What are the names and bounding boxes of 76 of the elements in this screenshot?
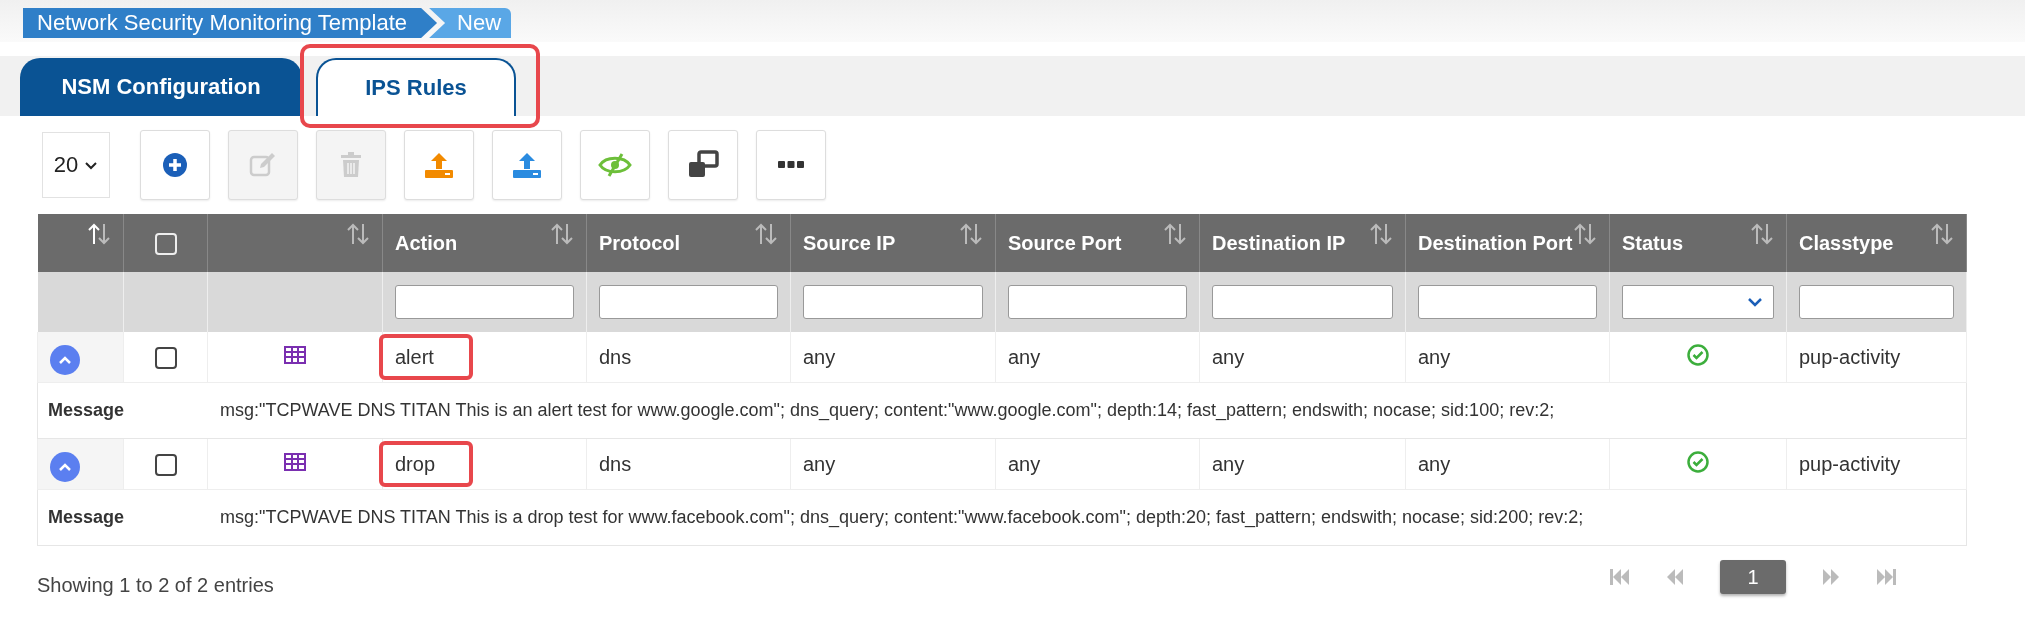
column-header: Source Port bbox=[1008, 231, 1122, 255]
column-header: Source IP bbox=[803, 231, 896, 255]
page-button[interactable]: 1 bbox=[1720, 560, 1786, 594]
table-cell: pup-activity bbox=[1799, 452, 1901, 475]
row-checkbox[interactable] bbox=[154, 453, 177, 476]
filter-field[interactable] bbox=[599, 285, 778, 319]
message-text: msg:"TCPWAVE DNS TITAN This is an alert test for www.google.com"; dns_query; content:"www.google.com"; depth:14; fast_pattern; endswith; nocase; sid:100; rev:2; bbox=[220, 400, 1555, 421]
column-header: Destination Port bbox=[1418, 231, 1573, 255]
upload-icon bbox=[512, 151, 542, 179]
previous-page-icon bbox=[1666, 569, 1684, 585]
breadcrumb-item[interactable]: Network Security Monitoring Template bbox=[23, 8, 438, 38]
message-text: msg:"TCPWAVE DNS TITAN This is a drop test for www.facebook.com"; dns_query; content:"www.facebook.com"; depth:20; fast_pattern; endswith; nocase; sid:200; rev:2; bbox=[220, 507, 1584, 528]
expand-toggle[interactable] bbox=[50, 345, 80, 375]
column-header: Protocol bbox=[599, 231, 681, 255]
sort-icon[interactable] bbox=[346, 222, 370, 246]
table-cell: drop bbox=[395, 452, 436, 475]
entries-info: Showing 1 to 2 of 2 entries bbox=[37, 574, 274, 597]
edit-icon bbox=[249, 152, 277, 178]
message-label: Message bbox=[48, 507, 126, 528]
chevron-down-icon bbox=[84, 160, 99, 170]
filter-dropdown[interactable] bbox=[1622, 285, 1774, 319]
grid-icon[interactable] bbox=[284, 345, 306, 364]
caret-icon bbox=[58, 462, 72, 472]
trash-icon bbox=[340, 152, 362, 178]
windows-icon bbox=[687, 150, 719, 180]
tab[interactable]: IPS Rules bbox=[316, 58, 516, 116]
last-page-icon bbox=[1876, 569, 1896, 585]
toolbar-button[interactable] bbox=[756, 130, 826, 200]
column-header: Status bbox=[1622, 231, 1684, 255]
eye-slash-icon bbox=[598, 153, 632, 177]
table-cell: any bbox=[1418, 452, 1451, 475]
select-all-checkbox[interactable] bbox=[154, 232, 177, 255]
table-cell: any bbox=[1008, 452, 1041, 475]
filter-field[interactable] bbox=[1212, 285, 1393, 319]
filter-field[interactable] bbox=[1799, 285, 1954, 319]
page-size-select[interactable]: 20 bbox=[42, 132, 110, 198]
filter-field[interactable] bbox=[1418, 285, 1597, 319]
filter-field[interactable] bbox=[395, 285, 574, 319]
toolbar-button[interactable] bbox=[140, 130, 210, 200]
tab[interactable]: NSM Configuration bbox=[20, 58, 302, 116]
filter-field[interactable] bbox=[1008, 285, 1187, 319]
table-cell: any bbox=[1212, 452, 1245, 475]
sort-icon[interactable] bbox=[1750, 222, 1774, 246]
sort-icon[interactable] bbox=[754, 222, 778, 246]
table-cell: any bbox=[1418, 345, 1451, 368]
more-icon bbox=[778, 161, 804, 169]
first-page-icon bbox=[1610, 569, 1630, 585]
row-checkbox[interactable] bbox=[154, 346, 177, 369]
sort-icon[interactable] bbox=[959, 222, 983, 246]
grid-icon[interactable] bbox=[284, 452, 306, 471]
table-cell: alert bbox=[395, 345, 434, 368]
table-cell: dns bbox=[599, 452, 632, 475]
add-icon bbox=[162, 152, 188, 178]
sort-icon[interactable] bbox=[1163, 222, 1187, 246]
next-page-icon bbox=[1822, 569, 1840, 585]
chevron-down-icon bbox=[1747, 297, 1763, 307]
upload-icon bbox=[424, 151, 454, 179]
column-header: Destination IP bbox=[1212, 231, 1346, 255]
sort-icon[interactable] bbox=[550, 222, 574, 246]
toolbar-button[interactable] bbox=[668, 130, 738, 200]
table-cell: any bbox=[1212, 345, 1245, 368]
message-label: Message bbox=[48, 400, 126, 421]
table-cell: dns bbox=[599, 345, 632, 368]
table-cell: any bbox=[803, 345, 836, 368]
column-header: Action bbox=[395, 231, 458, 255]
sort-icon[interactable] bbox=[87, 222, 111, 246]
sort-icon[interactable] bbox=[1930, 222, 1954, 246]
column-header: Classtype bbox=[1799, 231, 1894, 255]
caret-icon bbox=[58, 355, 72, 365]
table-cell: pup-activity bbox=[1799, 345, 1901, 368]
filter-field[interactable] bbox=[803, 285, 983, 319]
table-cell: any bbox=[803, 452, 836, 475]
expand-toggle[interactable] bbox=[50, 452, 80, 482]
table-cell: any bbox=[1008, 345, 1041, 368]
sort-icon[interactable] bbox=[1573, 222, 1597, 246]
sort-icon[interactable] bbox=[1369, 222, 1393, 246]
